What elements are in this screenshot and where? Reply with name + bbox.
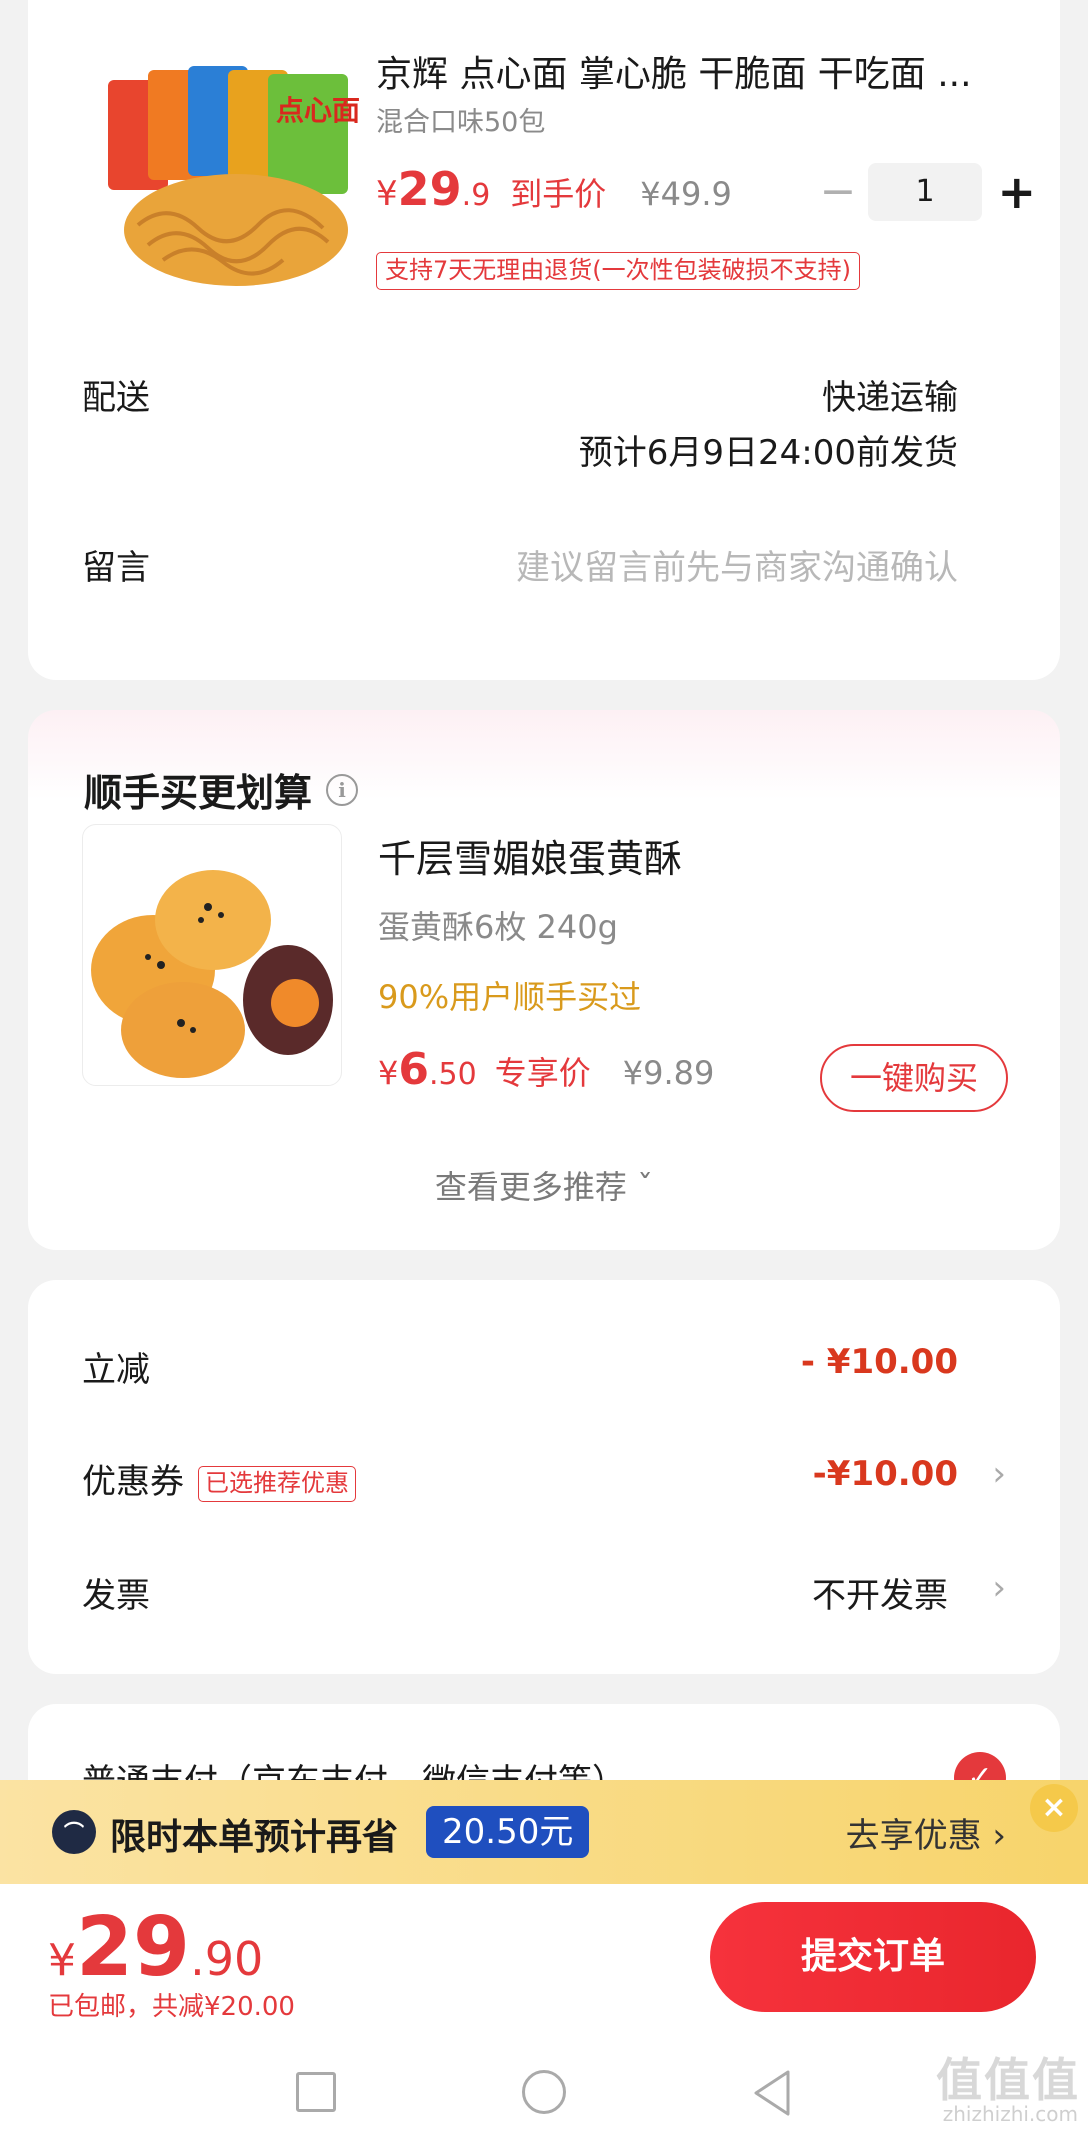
close-icon[interactable]: × xyxy=(1030,1784,1078,1832)
system-nav-bar: 值值值 zhizhizhi.com xyxy=(0,2044,1088,2146)
chevron-right-icon[interactable]: › xyxy=(992,1454,1006,1494)
price-label: 到手价 xyxy=(510,175,607,213)
plus-logo-icon: ⌒ xyxy=(52,1810,96,1854)
instant-discount-value: - ¥10.00 xyxy=(800,1342,958,1382)
package-label: 点心面 xyxy=(276,94,360,127)
addon-price-label: 专享价 xyxy=(494,1054,591,1092)
addon-product-spec: 蛋黄酥6枚 240g xyxy=(378,908,618,946)
delivery-method[interactable]: 快递运输 xyxy=(822,370,958,419)
price-currency: ¥ xyxy=(376,174,398,214)
addon-title-text: 顺手买更划算 xyxy=(84,771,313,815)
submit-order-button[interactable]: 提交订单 xyxy=(710,1902,1036,2012)
promo-text: 限时本单预计再省 xyxy=(110,1817,399,1858)
product-price: ¥ 29 .9 到手价 ¥49.9 xyxy=(376,162,732,222)
addon-price: ¥ 6 .50 专享价 ¥9.89 xyxy=(378,1044,714,1095)
back-icon[interactable] xyxy=(750,2068,794,2122)
return-policy-badge: 支持7天无理由退货(一次性包装破损不支持) xyxy=(376,252,860,290)
quantity-stepper: − 1 + xyxy=(808,163,1036,221)
invoice-value[interactable]: 不开发票 xyxy=(812,1568,948,1617)
watermark: 值值值 xyxy=(936,2053,1080,2107)
original-price: ¥49.9 xyxy=(640,175,732,213)
info-icon[interactable]: i xyxy=(326,773,359,806)
decrease-button[interactable]: − xyxy=(808,167,868,217)
promo-link[interactable]: 去享优惠 › xyxy=(846,1808,1006,1857)
delivery-label: 配送 xyxy=(82,378,150,418)
delivery-estimate: 预计6月9日24:00前发货 xyxy=(578,433,958,473)
addon-image[interactable] xyxy=(82,824,342,1086)
price-decimal: .9 xyxy=(461,178,491,213)
total-integer: 29 xyxy=(76,1900,191,1995)
promo-banner[interactable]: ⌒ 限时本单预计再省 20.50元 去享优惠 › × xyxy=(0,1780,1088,1884)
addon-original-price: ¥9.89 xyxy=(622,1054,715,1092)
addon-card: 顺手买更划算 i 千层雪媚娘蛋黄酥 蛋黄酥6枚 240g 90%用户顺手买过 ¥… xyxy=(28,710,1060,1250)
watermark-url: zhizhizhi.com xyxy=(942,2102,1078,2126)
instant-discount-label: 立减 xyxy=(82,1350,150,1390)
home-icon[interactable] xyxy=(522,2070,566,2114)
quantity-input[interactable]: 1 xyxy=(868,163,982,221)
more-recommendations-link[interactable]: 查看更多推荐 ˇ xyxy=(28,1162,1060,1208)
addon-social-proof: 90%用户顺手买过 xyxy=(378,978,642,1016)
addon-product-name[interactable]: 千层雪媚娘蛋黄酥 xyxy=(378,828,682,883)
product-spec: 混合口味50包 xyxy=(376,107,546,138)
discount-card: 立减 - ¥10.00 优惠券 已选推荐优惠 -¥10.00 › 发票 不开发票 … xyxy=(28,1280,1060,1674)
addon-price-currency: ¥ xyxy=(378,1054,399,1092)
recent-apps-icon[interactable] xyxy=(296,2072,336,2112)
one-click-buy-button[interactable]: 一键购买 xyxy=(820,1044,1008,1112)
message-input[interactable]: 建议留言前先与商家沟通确认 xyxy=(516,540,958,589)
shipping-note: 已包邮，共减¥20.00 xyxy=(48,1992,295,2022)
addon-price-integer: 6 xyxy=(398,1044,429,1095)
chevron-right-icon[interactable]: › xyxy=(992,1568,1006,1608)
addon-price-decimal: .50 xyxy=(428,1057,477,1092)
coupon-value[interactable]: -¥10.00 xyxy=(813,1454,958,1494)
product-title[interactable]: 京辉 点心面 掌心脆 干脆面 干吃面 ... xyxy=(376,45,1026,97)
product-image[interactable]: 点心面 xyxy=(108,60,368,300)
addon-section-title: 顺手买更划算 i xyxy=(84,762,359,817)
total-price: ¥ 29 .90 xyxy=(48,1900,263,1995)
checkout-bar: ¥ 29 .90 已包邮，共减¥20.00 提交订单 xyxy=(0,1884,1088,2044)
invoice-label: 发票 xyxy=(82,1576,150,1616)
total-decimal: .90 xyxy=(190,1932,264,1986)
price-integer: 29 xyxy=(397,162,462,216)
promo-amount-badge: 20.50元 xyxy=(426,1806,590,1858)
coupon-tag: 已选推荐优惠 xyxy=(198,1465,356,1502)
increase-button[interactable]: + xyxy=(982,167,1036,217)
product-card: 点心面 京辉 点心面 掌心脆 干脆面 干吃面 ... 混合口味50包 ¥ 29 … xyxy=(28,0,1060,680)
total-currency: ¥ xyxy=(48,1935,76,1986)
coupon-label: 优惠券 xyxy=(82,1462,184,1502)
message-label: 留言 xyxy=(82,548,150,588)
coupon-row[interactable]: 优惠券 已选推荐优惠 xyxy=(82,1454,356,1503)
